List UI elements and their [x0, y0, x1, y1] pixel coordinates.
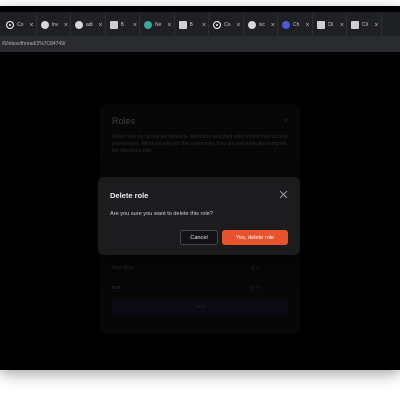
tab-close-icon[interactable]: ×	[305, 22, 309, 29]
tab-close-icon[interactable]: ×	[133, 22, 137, 29]
browser-tab[interactable]: Ch ×	[278, 14, 313, 36]
tab-title: adi	[86, 22, 93, 28]
role-name: test	[112, 285, 121, 291]
browser-tab[interactable]: Inv ×	[37, 14, 71, 36]
tab-title: Co	[224, 22, 231, 28]
browser-window: Co × Inv × adi × B × Ne × B × Co × loc ×…	[0, 6, 400, 370]
browser-tab[interactable]: loc ×	[244, 14, 278, 36]
tab-close-icon[interactable]: ×	[271, 22, 275, 29]
teal-circle-icon	[144, 21, 152, 29]
tab-close-icon[interactable]: ×	[340, 22, 344, 29]
browser-tab[interactable]: Ne ×	[140, 14, 175, 36]
grid-icon	[351, 21, 359, 29]
tab-title: Cli	[327, 22, 334, 28]
browser-tab[interactable]: Cli ×	[347, 14, 382, 36]
github-icon	[213, 21, 221, 29]
tab-close-icon[interactable]: ×	[167, 22, 171, 29]
role-user-count: 0 ⚇	[251, 285, 260, 291]
roles-title: Roles	[112, 116, 136, 126]
grid-icon	[316, 21, 325, 29]
tab-title: loc	[258, 22, 265, 28]
browser-tab[interactable]: B ×	[106, 14, 140, 36]
blue-circle-icon	[282, 21, 290, 29]
tab-title: B	[189, 22, 193, 28]
tab-close-icon[interactable]: ×	[29, 22, 33, 29]
tab-bar: Co × Inv × adi × B × Ne × B × Co × loc ×…	[0, 12, 400, 36]
address-bar[interactable]: /0/inbox/thread/2%7C84749/	[0, 36, 400, 52]
tab-close-icon[interactable]: ×	[202, 22, 206, 29]
browser-tab[interactable]: Co ×	[2, 14, 37, 36]
save-button[interactable]: Save	[112, 299, 288, 315]
cancel-button[interactable]: Cancel	[180, 230, 218, 245]
tab-close-icon[interactable]: ×	[374, 22, 378, 29]
tab-title: B	[120, 22, 124, 28]
tab-title: Co	[17, 22, 24, 28]
globe-icon	[247, 21, 256, 29]
modal-message: Are you sure you want to delete this rol…	[110, 211, 213, 217]
role-user-count: 0 ⚇	[251, 265, 260, 271]
page-content: Roles × Roles help you group permissions…	[0, 52, 400, 370]
tab-close-icon[interactable]: ×	[64, 22, 68, 29]
globe-icon	[75, 21, 83, 29]
roles-description: Roles help you group permissions. Member…	[112, 134, 288, 154]
globe-icon	[40, 21, 49, 29]
tab-title: Ch	[293, 22, 300, 28]
url-text: /0/inbox/thread/2%7C84749/	[2, 41, 66, 47]
close-icon[interactable]	[277, 188, 289, 200]
github-icon	[6, 21, 14, 29]
tab-title: Ne	[155, 22, 162, 28]
browser-tab[interactable]: Co ×	[209, 14, 244, 36]
delete-role-modal: Delete role Are you sure you want to del…	[98, 177, 300, 255]
tab-title: Cli	[362, 22, 368, 28]
role-name: New Role	[112, 265, 134, 271]
tab-close-icon[interactable]: ×	[98, 22, 102, 29]
role-row[interactable]: New Role 0 ⚇	[112, 261, 288, 275]
browser-tab[interactable]: Cli ×	[313, 14, 347, 36]
roles-close-icon[interactable]: ×	[283, 116, 288, 125]
browser-tab[interactable]: B ×	[175, 14, 209, 36]
close-icon-glyph	[279, 190, 287, 198]
tab-close-icon[interactable]: ×	[236, 22, 240, 29]
browser-tab[interactable]: adi ×	[71, 14, 106, 36]
tab-title: Inv	[51, 22, 59, 28]
grid-icon	[109, 21, 118, 29]
confirm-delete-button[interactable]: Yes, delete role	[222, 230, 288, 245]
modal-title: Delete role	[110, 191, 149, 200]
grid-icon	[178, 21, 187, 29]
role-row[interactable]: test 0 ⚇	[112, 281, 288, 295]
